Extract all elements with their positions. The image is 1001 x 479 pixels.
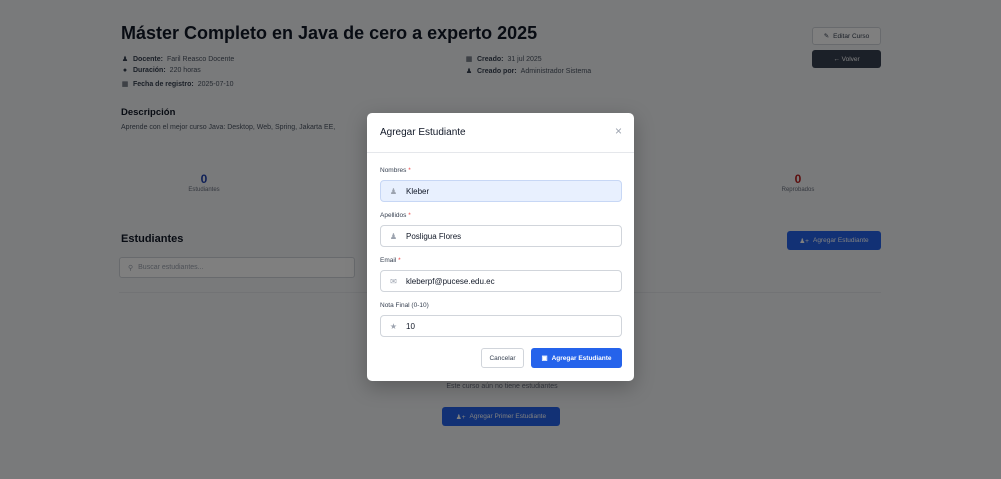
modal-header-divider xyxy=(367,152,634,153)
apellidos-input[interactable] xyxy=(406,231,606,241)
close-icon[interactable]: × xyxy=(615,125,622,137)
apellidos-field[interactable]: ♟ xyxy=(380,225,622,247)
star-icon: ★ xyxy=(389,321,398,331)
user-icon: ♟ xyxy=(389,231,398,241)
apellidos-label: Apellidos * xyxy=(380,212,411,219)
submit-add-student-button[interactable]: ▣ Agregar Estudiante xyxy=(531,348,622,368)
modal-title: Agregar Estudiante xyxy=(380,127,466,138)
email-label: Email * xyxy=(380,257,401,264)
email-input[interactable] xyxy=(406,276,606,286)
user-icon: ♟ xyxy=(389,186,398,196)
save-icon: ▣ xyxy=(541,355,548,362)
nombres-field[interactable]: ♟ xyxy=(380,180,622,202)
cancel-button[interactable]: Cancelar xyxy=(481,348,524,368)
envelope-icon: ✉ xyxy=(390,276,397,286)
email-field[interactable]: ✉ xyxy=(380,270,622,292)
nombres-label: Nombres * xyxy=(380,167,411,174)
nota-field[interactable]: ★ xyxy=(380,315,622,337)
nota-input[interactable] xyxy=(406,321,606,331)
nombres-input[interactable] xyxy=(406,186,606,196)
add-student-modal: Agregar Estudiante × Nombres * ♟ Apellid… xyxy=(367,113,634,381)
nota-label: Nota Final (0-10) xyxy=(380,302,429,309)
